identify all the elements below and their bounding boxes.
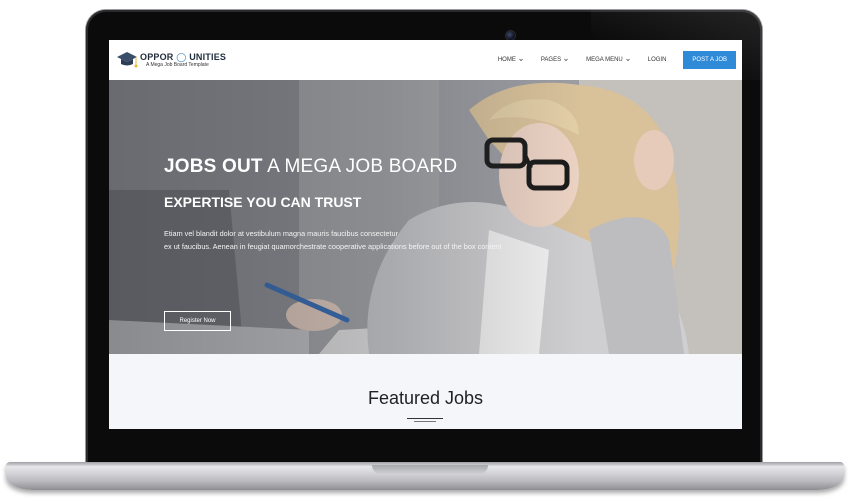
chevron-down-icon — [625, 58, 630, 62]
hero-title-bold: JOBS OUT — [164, 156, 263, 177]
post-a-job-button[interactable]: POST A JOB — [683, 51, 736, 69]
hero-banner: JOBS OUT A MEGA JOB BOARD EXPERTISE YOU … — [109, 80, 742, 354]
featured-jobs-section: Featured Jobs — [109, 354, 742, 429]
nav-item-home[interactable]: HOME — [498, 57, 523, 63]
browser-screen: OPPOR ◯ UNITIES A Mega Job Board Templat… — [109, 40, 742, 429]
title-divider — [407, 418, 443, 419]
nav-item-label: LOGIN — [647, 57, 667, 63]
nav-item-label: MEGA MENU — [586, 57, 623, 63]
main-navigation: HOME PAGES MEGA MENU LOGIN POST A JOB — [480, 50, 736, 70]
trackpad-notch — [372, 465, 488, 475]
chevron-down-icon — [519, 58, 523, 62]
logo-title-bulb-icon: ◯ — [176, 52, 187, 62]
featured-jobs-title: Featured Jobs — [367, 388, 484, 408]
laptop-base — [6, 462, 844, 490]
hero-subtitle: EXPERTISE YOU CAN TRUST — [164, 194, 362, 210]
hero-description-line: Etiam vel blandit dolor at vestibulum ma… — [164, 229, 399, 238]
hero-title: JOBS OUT A MEGA JOB BOARD — [164, 156, 457, 178]
nav-item-pages[interactable]: PAGES — [541, 57, 568, 63]
nav-item-mega-menu[interactable]: MEGA MENU — [586, 57, 630, 63]
title-divider-short — [414, 421, 436, 422]
register-now-button[interactable]: Register Now — [164, 311, 231, 331]
hero-description: Etiam vel blandit dolor at vestibulum ma… — [164, 227, 584, 253]
logo-subtitle: A Mega Job Board Template — [146, 62, 209, 68]
logo-title-part1: OPPOR — [140, 52, 174, 62]
nav-item-label: HOME — [497, 57, 516, 63]
nav-item-label: PAGES — [540, 57, 562, 63]
hero-title-light: A MEGA JOB BOARD — [267, 156, 458, 177]
logo-title-part2: UNITIES — [189, 52, 227, 62]
site-logo[interactable]: OPPOR ◯ UNITIES A Mega Job Board Templat… — [116, 51, 226, 71]
chevron-down-icon — [564, 58, 568, 62]
graduation-cap-icon — [117, 52, 138, 68]
nav-item-login[interactable]: LOGIN — [648, 57, 667, 63]
hero-description-line: ex ut faucibus. Aenean in feugiat quamor… — [164, 242, 502, 251]
top-navbar: OPPOR ◯ UNITIES A Mega Job Board Templat… — [109, 40, 742, 80]
